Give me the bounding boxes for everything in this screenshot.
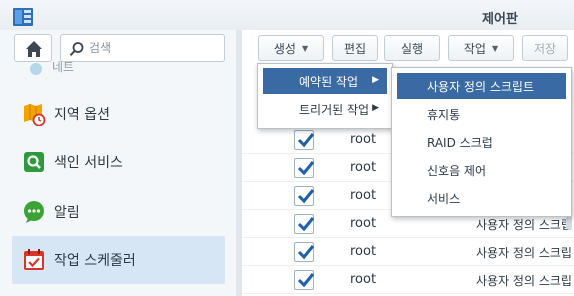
menu-item-scheduled-task[interactable]: 예약된 작업 ▶ [263, 68, 387, 94]
chevron-down-icon: ▼ [301, 43, 309, 53]
menu-item-label: 사용자 정의 스크립트 [427, 79, 534, 94]
task-type-cell: 사용자 정의 스크립 [476, 218, 572, 232]
indexing-service-icon [22, 150, 46, 174]
checkmark-icon [297, 245, 315, 260]
sidebar-item-task-scheduler[interactable]: 작업 스케줄러 [12, 236, 225, 284]
enabled-checkbox[interactable] [294, 214, 315, 234]
menu-item-label: 휴지통 [427, 107, 461, 122]
checkmark-icon [297, 189, 315, 204]
home-icon [26, 41, 42, 57]
run-button-label: 실행 [400, 41, 424, 56]
checkmark-icon [297, 161, 315, 176]
save-button-label: 저장 [533, 41, 557, 56]
sidebar-item-label: 색인 서비스 [54, 155, 123, 171]
owner-cell: root [350, 188, 377, 203]
menu-item-raid-scrubbing[interactable]: RAID 스크럽 [397, 129, 566, 155]
menu-item-label: RAID 스크럽 [427, 135, 493, 150]
regional-options-icon [22, 102, 46, 127]
network-icon [30, 63, 42, 75]
task-type-cell: 사용자 정의 스크립 [476, 274, 572, 288]
checkmark-icon [297, 133, 315, 148]
checkmark-icon [297, 217, 315, 232]
control-panel-icon [12, 6, 34, 28]
sidebar-item-indexing-service[interactable]: 색인 서비스 [12, 138, 225, 186]
enabled-checkbox[interactable] [294, 270, 315, 290]
search-input[interactable] [89, 38, 219, 58]
action-button-label: 작업 [463, 41, 486, 56]
chevron-right-icon: ▶ [372, 75, 379, 85]
enabled-checkbox[interactable] [294, 158, 315, 178]
toolbar: 생성 ▼ 편집 실행 작업 ▼ 저장 [242, 30, 574, 64]
edit-button[interactable]: 편집 [332, 35, 378, 61]
run-button[interactable]: 실행 [384, 35, 440, 61]
sidebar-item-notification[interactable]: 알림 [12, 188, 225, 236]
create-button[interactable]: 생성 ▼ [258, 35, 324, 61]
menu-item-service[interactable]: 서비스 [397, 185, 566, 211]
save-button[interactable]: 저장 [522, 35, 568, 61]
action-button[interactable]: 작업 ▼ [448, 35, 514, 61]
owner-cell: root [350, 244, 377, 259]
home-button[interactable] [14, 34, 52, 62]
menu-item-label: 예약된 작업 [299, 74, 359, 89]
menu-item-beep-control[interactable]: 신호음 제어 [397, 157, 566, 183]
menu-item-triggered-task[interactable]: 트리거된 작업 ▶ [263, 96, 387, 122]
create-button-label: 생성 [273, 41, 296, 56]
sidebar-item-label: 지역 옵션 [54, 107, 110, 123]
enabled-checkbox[interactable] [294, 130, 315, 150]
window-title: 제어판 [482, 12, 518, 27]
sidebar-item-label: 알림 [54, 205, 80, 221]
owner-cell: root [350, 216, 377, 231]
notification-icon [22, 200, 46, 224]
task-scheduler-icon [22, 248, 46, 272]
title-bar: 제어판 [0, 0, 574, 30]
task-type-cell: 사용자 정의 스크립 [476, 246, 572, 260]
enabled-checkbox[interactable] [294, 186, 315, 206]
owner-cell: root [350, 160, 377, 175]
owner-cell: root [350, 132, 377, 147]
checkmark-icon [297, 273, 315, 288]
edit-button-label: 편집 [343, 41, 367, 56]
sidebar: 네트 지역 옵션 [0, 30, 236, 296]
menu-item-user-defined-script[interactable]: 사용자 정의 스크립트 [397, 73, 566, 99]
table-row[interactable]: root 사용자 정의 스크립 [242, 238, 574, 266]
menu-item-label: 서비스 [427, 191, 461, 206]
scheduled-task-submenu: 사용자 정의 스크립트 휴지통 RAID 스크럽 신호음 제어 서비스 [391, 67, 572, 217]
search-box[interactable] [60, 34, 225, 62]
chevron-right-icon: ▶ [372, 103, 379, 113]
create-menu: 예약된 작업 ▶ 트리거된 작업 ▶ [257, 63, 393, 129]
chevron-down-icon: ▼ [491, 43, 499, 53]
menu-item-label: 신호음 제어 [427, 163, 487, 178]
table-row[interactable]: root 사용자 정의 스크립 [242, 266, 574, 294]
sidebar-item-regional-options[interactable]: 지역 옵션 [12, 90, 225, 138]
owner-cell: root [350, 272, 377, 287]
enabled-checkbox[interactable] [294, 242, 315, 262]
search-icon [69, 42, 84, 56]
menu-item-label: 트리거된 작업 [299, 102, 370, 117]
menu-item-recycle-bin[interactable]: 휴지통 [397, 101, 566, 127]
sidebar-item-label: 작업 스케줄러 [54, 253, 136, 269]
